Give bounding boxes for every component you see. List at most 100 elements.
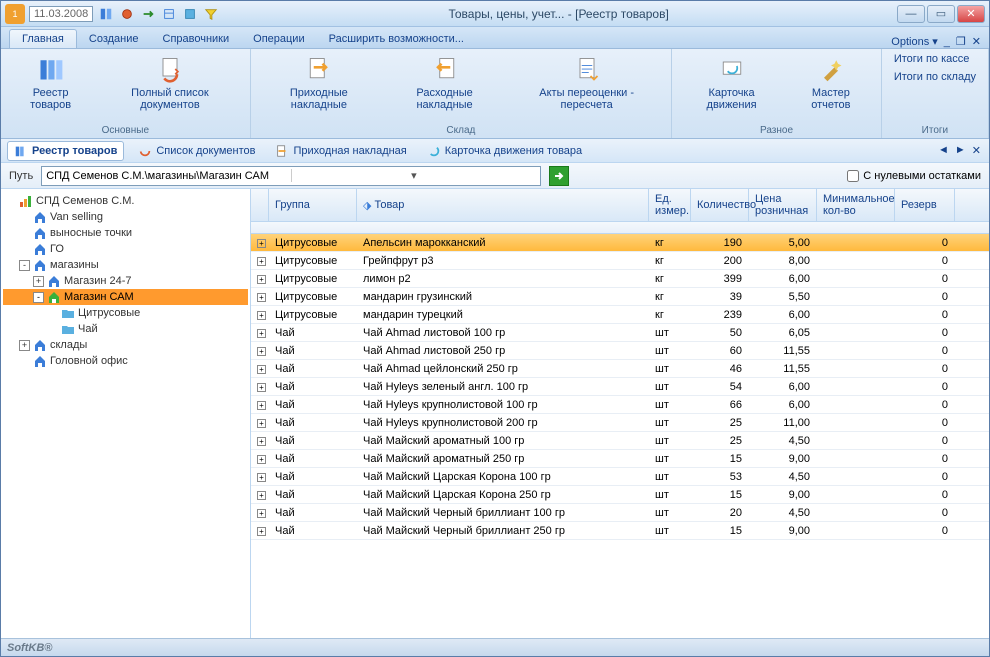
minimize-button[interactable]: —	[897, 5, 925, 23]
zero-check-input[interactable]	[847, 170, 859, 182]
subtab-reestr[interactable]: Реестр товаров	[7, 141, 124, 161]
table-row[interactable]: +ЦитрусовыеАпельсин марокканскийкг1905,0…	[251, 234, 989, 252]
nav-next[interactable]: ►	[953, 144, 968, 157]
row-expand[interactable]: +	[257, 257, 266, 266]
link-sklad[interactable]: Итоги по складу	[888, 69, 982, 85]
grid-filter-row[interactable]	[251, 222, 989, 234]
btn-in[interactable]: Приходные накладные	[257, 51, 382, 113]
col-group[interactable]: Группа	[269, 189, 357, 221]
btn-acts[interactable]: Акты переоценки - пересчета	[508, 51, 665, 113]
zero-checkbox[interactable]: С нулевыми остатками	[847, 170, 981, 182]
table-row[interactable]: +ЧайЧай Майский ароматный 250 гршт159,00…	[251, 450, 989, 468]
table-row[interactable]: +ЧайЧай Hyleys зеленый англ. 100 гршт546…	[251, 378, 989, 396]
row-expand[interactable]: +	[257, 419, 266, 428]
btn-fulllist[interactable]: Полный список документов	[96, 51, 243, 113]
btn-card[interactable]: Карточка движения	[678, 51, 785, 113]
row-expand[interactable]: +	[257, 491, 266, 500]
col-price[interactable]: Цена розничная	[749, 189, 817, 221]
col-item[interactable]: ⬗Товар	[357, 189, 649, 221]
tree[interactable]: СПД Семенов С.М.Van sellingвыносные точк…	[1, 189, 251, 638]
btn-reestr[interactable]: Реестр товаров	[7, 51, 94, 113]
table-row[interactable]: +ЧайЧай Hyleys крупнолистовой 100 гршт66…	[251, 396, 989, 414]
col-expand[interactable]	[251, 189, 269, 221]
col-min[interactable]: Минимальное кол-во	[817, 189, 895, 221]
btn-master[interactable]: Мастер отчетов	[787, 51, 875, 113]
row-expand[interactable]: +	[257, 437, 266, 446]
chevron-down-icon[interactable]: ▾	[291, 169, 537, 182]
tree-node[interactable]: ГО	[3, 241, 248, 257]
qt-icon-1[interactable]	[97, 5, 115, 23]
nav-prev[interactable]: ◄	[936, 144, 951, 157]
path-combo[interactable]: СПД Семенов С.М.\магазины\Магазин САМ ▾	[41, 166, 541, 186]
col-res[interactable]: Резерв	[895, 189, 955, 221]
tab-create[interactable]: Создание	[77, 30, 151, 48]
grid-body[interactable]: +ЦитрусовыеАпельсин марокканскийкг1905,0…	[251, 234, 989, 638]
tab-extend[interactable]: Расширить возможности...	[317, 30, 476, 48]
row-expand[interactable]: +	[257, 293, 266, 302]
nav-close[interactable]: ✕	[970, 144, 983, 157]
table-row[interactable]: +ЧайЧай Ahmad цейлонский 250 гршт4611,55…	[251, 360, 989, 378]
tree-toggle[interactable]: -	[33, 292, 44, 303]
table-row[interactable]: +ЧайЧай Майский ароматный 100 гршт254,50…	[251, 432, 989, 450]
qt-icon-3[interactable]	[139, 5, 157, 23]
btn-out[interactable]: Расходные накладные	[383, 51, 506, 113]
tree-toggle[interactable]: +	[19, 340, 30, 351]
date-input[interactable]: 11.03.2008	[29, 6, 93, 22]
tree-node[interactable]: Чай	[3, 321, 248, 337]
mdi-close[interactable]: ✕	[972, 35, 981, 48]
subtab-income[interactable]: Приходная накладная	[269, 142, 412, 160]
row-expand[interactable]: +	[257, 473, 266, 482]
row-expand[interactable]: +	[257, 383, 266, 392]
row-expand[interactable]: +	[257, 239, 266, 248]
row-expand[interactable]: +	[257, 347, 266, 356]
tree-node[interactable]: +Магазин 24-7	[3, 273, 248, 289]
row-expand[interactable]: +	[257, 527, 266, 536]
filter-icon[interactable]	[202, 5, 220, 23]
table-row[interactable]: +ЧайЧай Hyleys крупнолистовой 200 гршт25…	[251, 414, 989, 432]
row-expand[interactable]: +	[257, 365, 266, 374]
row-expand[interactable]: +	[257, 401, 266, 410]
col-unit[interactable]: Ед. измер.	[649, 189, 691, 221]
table-row[interactable]: +ЧайЧай Майский Царская Корона 100 гршт5…	[251, 468, 989, 486]
tab-dicts[interactable]: Справочники	[151, 30, 242, 48]
tree-node[interactable]: СПД Семенов С.М.	[3, 193, 248, 209]
row-expand[interactable]: +	[257, 311, 266, 320]
close-button[interactable]: ✕	[957, 5, 985, 23]
tab-main[interactable]: Главная	[9, 29, 77, 48]
qt-icon-5[interactable]	[181, 5, 199, 23]
subtab-card[interactable]: Карточка движения товара	[421, 142, 588, 160]
options-link[interactable]: Options ▾	[891, 35, 938, 48]
tab-ops[interactable]: Операции	[241, 30, 316, 48]
table-row[interactable]: +ЦитрусовыеГрейпфрут р3кг2008,000	[251, 252, 989, 270]
qt-icon-2[interactable]	[118, 5, 136, 23]
row-expand[interactable]: +	[257, 275, 266, 284]
mdi-minimize[interactable]: _	[944, 36, 950, 48]
subtab-docs[interactable]: Список документов	[132, 142, 261, 160]
mdi-restore[interactable]: ❐	[956, 35, 966, 48]
table-row[interactable]: +ЧайЧай Ahmad листовой 250 гршт6011,550	[251, 342, 989, 360]
table-row[interactable]: +Цитрусовыелимон р2кг3996,000	[251, 270, 989, 288]
table-row[interactable]: +Цитрусовыемандарин грузинскийкг395,500	[251, 288, 989, 306]
qt-icon-4[interactable]	[160, 5, 178, 23]
col-qty[interactable]: Количество	[691, 189, 749, 221]
row-expand[interactable]: +	[257, 509, 266, 518]
maximize-button[interactable]: ▭	[927, 5, 955, 23]
tree-node[interactable]: выносные точки	[3, 225, 248, 241]
tree-toggle[interactable]: +	[33, 276, 44, 287]
tree-node[interactable]: Головной офис	[3, 353, 248, 369]
row-expand[interactable]: +	[257, 455, 266, 464]
tree-toggle[interactable]: -	[19, 260, 30, 271]
app-logo-icon[interactable]: 1	[5, 4, 25, 24]
table-row[interactable]: +Цитрусовыемандарин турецкийкг2396,000	[251, 306, 989, 324]
tree-node[interactable]: -магазины	[3, 257, 248, 273]
tree-node[interactable]: -Магазин САМ	[3, 289, 248, 305]
row-expand[interactable]: +	[257, 329, 266, 338]
table-row[interactable]: +ЧайЧай Майский Царская Корона 250 гршт1…	[251, 486, 989, 504]
go-button[interactable]	[549, 166, 569, 186]
table-row[interactable]: +ЧайЧай Ahmad листовой 100 гршт506,050	[251, 324, 989, 342]
link-kassa[interactable]: Итоги по кассе	[888, 51, 976, 67]
tree-node[interactable]: +склады	[3, 337, 248, 353]
table-row[interactable]: +ЧайЧай Майский Черный бриллиант 250 грш…	[251, 522, 989, 540]
tree-node[interactable]: Цитрусовые	[3, 305, 248, 321]
table-row[interactable]: +ЧайЧай Майский Черный бриллиант 100 грш…	[251, 504, 989, 522]
